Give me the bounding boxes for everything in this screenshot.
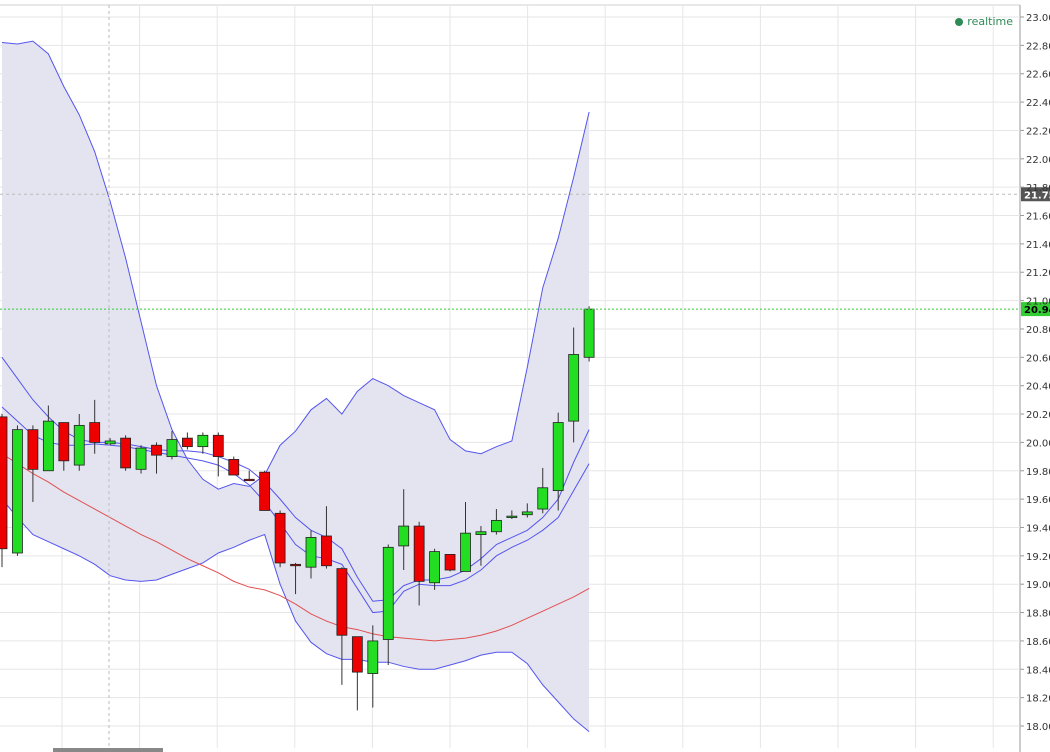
candle-body[interactable] — [290, 563, 301, 567]
candle-body[interactable] — [398, 525, 410, 547]
candle-body[interactable] — [351, 636, 363, 673]
y-tick-label: 20.40 — [1026, 382, 1050, 393]
y-tick-label: 19.60 — [1026, 495, 1050, 506]
candle[interactable] — [336, 567, 348, 685]
y-tick-label: 20.80 — [1026, 325, 1050, 336]
candle-body[interactable] — [475, 531, 487, 535]
y-tick-label: 22.20 — [1026, 126, 1050, 137]
bollinger-band-fill — [2, 41, 590, 732]
realtime-status: realtime — [955, 15, 1013, 28]
y-tick-label: 23.00 — [1026, 13, 1050, 24]
candle-body[interactable] — [413, 525, 425, 582]
candle[interactable] — [351, 636, 363, 711]
y-tick-label: 19.20 — [1026, 552, 1050, 563]
candle-body[interactable] — [166, 439, 178, 457]
candle-body[interactable] — [367, 640, 379, 674]
candle[interactable] — [259, 470, 271, 511]
y-tick-label: 21.20 — [1026, 268, 1050, 279]
candle-body[interactable] — [135, 447, 147, 470]
candle-body[interactable] — [104, 440, 116, 445]
candle[interactable] — [444, 554, 456, 572]
candle-body[interactable] — [120, 437, 131, 469]
candle-body[interactable] — [336, 568, 348, 636]
realtime-dot-icon — [955, 17, 964, 26]
y-tick-label: 18.60 — [1026, 637, 1050, 648]
y-tick-label: 21.00 — [1026, 297, 1050, 308]
price-axis[interactable]: 18.00 18.20 18.40 18.60 18.80 19.00 19.20 19.40… — [1020, 13, 1050, 733]
candle-body[interactable] — [228, 459, 240, 476]
y-tick-label: 18.20 — [1026, 694, 1050, 705]
y-tick-label: 21.40 — [1026, 240, 1050, 251]
candle-body[interactable] — [490, 519, 502, 533]
candle[interactable] — [197, 432, 209, 454]
y-tick-label: 22.60 — [1026, 70, 1050, 81]
candle-body[interactable] — [27, 429, 39, 470]
y-tick-label: 21.80 — [1026, 183, 1050, 194]
candle[interactable] — [274, 510, 286, 568]
candle[interactable] — [120, 435, 131, 471]
candle-body[interactable] — [568, 354, 580, 422]
candle[interactable] — [0, 414, 8, 568]
candle-body[interactable] — [460, 532, 471, 572]
candle-body[interactable] — [537, 487, 549, 510]
candle[interactable] — [228, 456, 240, 476]
candle-body[interactable] — [89, 422, 101, 443]
candle[interactable] — [12, 425, 23, 556]
y-tick-label: 19.40 — [1026, 523, 1050, 534]
candle-body[interactable] — [552, 422, 564, 492]
candle-body[interactable] — [58, 422, 70, 462]
candle[interactable] — [181, 432, 193, 450]
candle-body[interactable] — [181, 437, 193, 448]
y-tick-label: 19.80 — [1026, 467, 1050, 478]
candle-body[interactable] — [444, 554, 456, 571]
y-tick-label: 20.20 — [1026, 410, 1050, 421]
candle-body[interactable] — [212, 434, 224, 457]
candle[interactable] — [135, 445, 147, 474]
candle-body[interactable] — [42, 420, 54, 472]
candle-body[interactable] — [12, 429, 23, 554]
candle-body[interactable] — [429, 551, 441, 584]
y-tick-label: 22.00 — [1026, 155, 1050, 166]
candle-body[interactable] — [583, 308, 595, 358]
y-tick-label: 18.80 — [1026, 609, 1050, 620]
time-scrollbar[interactable] — [53, 748, 163, 752]
candle-body[interactable] — [274, 512, 286, 564]
y-tick-label: 18.40 — [1026, 665, 1050, 676]
candle-body[interactable] — [259, 471, 271, 511]
y-tick-label: 20.60 — [1026, 353, 1050, 364]
realtime-label: realtime — [967, 15, 1013, 28]
y-tick-label: 22.80 — [1026, 41, 1050, 52]
candle-body[interactable] — [521, 511, 533, 516]
y-tick-label: 19.00 — [1026, 580, 1050, 591]
candle-body[interactable] — [0, 416, 8, 550]
y-tick-label: 18.00 — [1026, 722, 1050, 733]
chart-canvas[interactable]: 20.9421.75 18.0018.2018.4018.6018.8019.0… — [0, 0, 1050, 752]
candle-body[interactable] — [197, 434, 209, 448]
candle[interactable] — [212, 432, 224, 477]
y-tick-label: 22.40 — [1026, 98, 1050, 109]
candle-body[interactable] — [321, 535, 332, 567]
candle-body[interactable] — [243, 478, 255, 482]
y-tick-label: 21.60 — [1026, 212, 1050, 223]
y-tick-label: 20.00 — [1026, 438, 1050, 449]
candle-body[interactable] — [73, 424, 85, 466]
candle-body[interactable] — [151, 444, 162, 456]
bollinger-band — [2, 41, 590, 732]
candle-body[interactable] — [382, 546, 394, 640]
candle[interactable] — [583, 306, 595, 362]
candle-body[interactable] — [305, 537, 317, 568]
candle-body[interactable] — [506, 515, 518, 518]
stock-chart[interactable]: 20.9421.75 18.0018.2018.4018.6018.8019.0… — [0, 0, 1050, 752]
